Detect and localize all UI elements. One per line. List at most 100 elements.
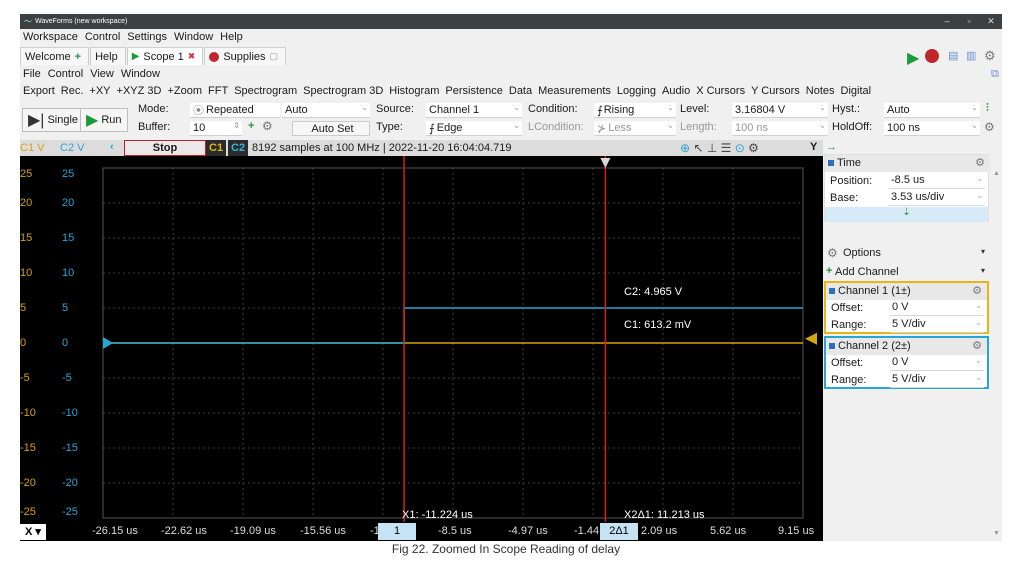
- stop-all-icon[interactable]: [925, 49, 939, 63]
- toolbar-y-cursors[interactable]: Y Cursors: [748, 85, 803, 97]
- add-channel-button[interactable]: Add Channel: [835, 266, 899, 278]
- zoom-icon[interactable]: ⊕: [680, 141, 690, 155]
- c2-tag[interactable]: C2: [228, 140, 249, 156]
- c1-tag[interactable]: C1: [206, 140, 227, 156]
- close-tab-icon[interactable]: ✖: [188, 51, 196, 62]
- stepper-icon[interactable]: ⇕: [233, 121, 240, 130]
- collapse-left-icon[interactable]: ‹: [110, 141, 114, 153]
- single-button[interactable]: ▶| Single: [22, 108, 85, 132]
- minimize-icon[interactable]: –: [936, 14, 958, 29]
- menu-settings[interactable]: Settings: [124, 31, 171, 43]
- add-channel-icon: +: [826, 265, 833, 277]
- toolbar-export[interactable]: Export: [20, 85, 58, 97]
- menu-scope-control[interactable]: Control: [45, 68, 87, 80]
- toolbar-xy[interactable]: +XY: [86, 85, 113, 97]
- trigger-gear-icon[interactable]: ⚙: [984, 120, 995, 134]
- level-field[interactable]: 3.16804 V ⌄: [732, 103, 828, 118]
- ch2-offset-field[interactable]: 0 V ⌄: [890, 356, 984, 371]
- toolbar-spectrogram[interactable]: Spectrogram: [231, 85, 300, 97]
- toolbar-xyz3d[interactable]: +XYZ 3D: [114, 85, 165, 97]
- toolbar-logging[interactable]: Logging: [614, 85, 659, 97]
- toolbar-digital[interactable]: Digital: [838, 85, 875, 97]
- maximize-icon[interactable]: ▫: [958, 14, 980, 29]
- close-icon[interactable]: ✕: [980, 14, 1002, 29]
- type-select[interactable]: ⨍ Edge ⌄: [426, 121, 522, 136]
- ch1-offset-field[interactable]: 0 V ⌄: [890, 301, 984, 316]
- toolbar-measurements[interactable]: Measurements: [535, 85, 614, 97]
- layout-split-icon[interactable]: ▥: [966, 49, 976, 62]
- cursor-2-tag[interactable]: 2Δ1: [600, 523, 638, 540]
- position-field[interactable]: -8.5 us ⌄: [889, 174, 985, 189]
- toolbar-persistence[interactable]: Persistence: [442, 85, 505, 97]
- panel-arrow-icon[interactable]: →: [826, 141, 837, 153]
- tab-help[interactable]: Help: [90, 47, 126, 65]
- y-axis-button[interactable]: Y: [810, 141, 817, 153]
- toolbar-x-cursors[interactable]: X Cursors: [693, 85, 748, 97]
- add-channel-dropdown-icon[interactable]: ▾: [981, 266, 985, 275]
- x-axis-button[interactable]: X ▾: [20, 524, 46, 540]
- cursor-1-tag[interactable]: 1: [378, 523, 416, 540]
- plot-gear-icon[interactable]: ⚙: [748, 141, 759, 155]
- time-header[interactable]: Time ⚙: [825, 155, 990, 172]
- window-icon[interactable]: ▢: [270, 51, 279, 62]
- options-label[interactable]: Options: [843, 247, 881, 259]
- auto-set-button[interactable]: Auto Set: [292, 121, 370, 136]
- scroll-up-icon[interactable]: ▲: [993, 170, 1000, 177]
- menu-scope-window[interactable]: Window: [118, 68, 164, 80]
- channel-2-gear-icon[interactable]: ⚙: [972, 339, 982, 352]
- ch2-range-field[interactable]: 5 V/div ⌄: [890, 373, 984, 388]
- scope-plot[interactable]: 25 25 20 20 15 15 10 10 5 5 0 0 -5 -5 -10 -10 -15 -15 -20 -…: [20, 156, 823, 522]
- scroll-down-icon[interactable]: ▼: [993, 530, 1000, 537]
- lcondition-select[interactable]: ⊁ Less ⌄: [594, 121, 676, 136]
- lcondition-dropdown-icon: ⌄: [667, 121, 674, 130]
- auto-select[interactable]: Auto ⌄: [282, 103, 370, 118]
- trigger-icon[interactable]: ⫶: [986, 102, 989, 115]
- menu-control[interactable]: Control: [82, 31, 124, 43]
- buffer-field[interactable]: 10 ⇕: [190, 121, 242, 136]
- tab-supplies[interactable]: Supplies ▢: [204, 47, 287, 65]
- options-dropdown-icon[interactable]: ▾: [981, 247, 985, 256]
- tab-scope-1[interactable]: ▶ Scope 1 ✖: [126, 47, 204, 65]
- length-field[interactable]: 100 ns ⌄: [732, 121, 828, 136]
- list-icon[interactable]: ☰: [721, 141, 732, 155]
- tab-welcome[interactable]: Welcome +: [20, 47, 90, 65]
- toolbar-audio[interactable]: Audio: [659, 85, 693, 97]
- plus-icon[interactable]: +: [75, 51, 81, 63]
- channel-1-header[interactable]: Channel 1 (1±) ⚙: [826, 283, 987, 300]
- expand-time-button[interactable]: ⇣: [825, 207, 988, 222]
- run-button[interactable]: ▶ Run: [80, 108, 128, 132]
- toolbar-histogram[interactable]: Histogram: [386, 85, 442, 97]
- menu-view[interactable]: View: [87, 68, 118, 80]
- toolbar-rec[interactable]: Rec.: [58, 85, 87, 97]
- layout-icon[interactable]: ▤: [948, 49, 958, 62]
- cursor-icon[interactable]: ↖: [693, 141, 703, 155]
- c2-unit-label: C2 V: [60, 142, 85, 154]
- channel-2-header[interactable]: Channel 2 (2±) ⚙: [826, 338, 987, 355]
- toolbar-fft[interactable]: FFT: [205, 85, 231, 97]
- time-gear-icon[interactable]: ⚙: [975, 156, 985, 169]
- toolbar-data[interactable]: Data: [506, 85, 535, 97]
- options-gear-icon[interactable]: ⚙: [827, 246, 838, 260]
- buffer-gear-icon[interactable]: ⚙: [262, 119, 273, 133]
- source-select[interactable]: Channel 1 ⌄: [426, 103, 522, 118]
- holdoff-field[interactable]: 100 ns ⌄: [884, 121, 980, 136]
- menu-window[interactable]: Window: [171, 31, 217, 43]
- mode-select[interactable]: ⦿ Repeated: [190, 103, 280, 118]
- settings-gear-icon[interactable]: ⚙: [984, 48, 996, 64]
- restore-icon[interactable]: ⧉: [988, 68, 1002, 81]
- ch1-range-field[interactable]: 5 V/div ⌄: [890, 318, 984, 333]
- menu-help[interactable]: Help: [217, 31, 247, 43]
- run-all-icon[interactable]: ▶: [907, 48, 919, 68]
- toolbar-zoom[interactable]: +Zoom: [164, 85, 205, 97]
- magnify-icon[interactable]: ⊙: [735, 141, 745, 155]
- menu-file[interactable]: File: [20, 68, 45, 80]
- toolbar-spectrogram3d[interactable]: Spectrogram 3D: [300, 85, 386, 97]
- menu-workspace[interactable]: Workspace: [20, 31, 82, 43]
- add-icon[interactable]: +: [248, 120, 254, 132]
- base-field[interactable]: 3.53 us/div ⌄: [889, 191, 985, 206]
- align-icon[interactable]: ⊥: [707, 141, 717, 155]
- hyst-select[interactable]: Auto ⌄: [884, 103, 980, 118]
- toolbar-notes[interactable]: Notes: [803, 85, 838, 97]
- channel-1-gear-icon[interactable]: ⚙: [972, 284, 982, 297]
- condition-select[interactable]: ⨍ Rising ⌄: [594, 103, 676, 118]
